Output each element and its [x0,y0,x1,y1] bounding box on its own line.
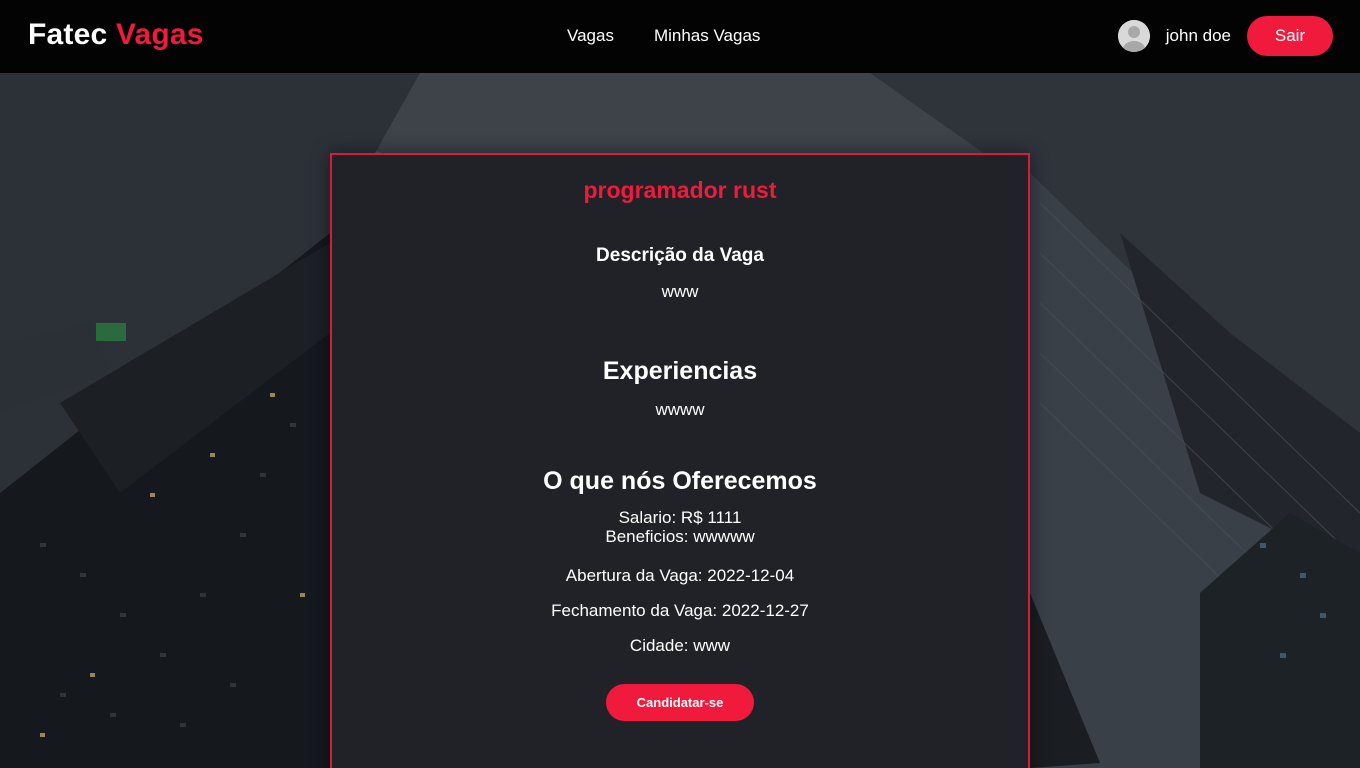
user-name: john doe [1165,26,1231,45]
offer-heading: O que nós Oferecemos [543,467,817,495]
user-area: john doe Sair [1117,16,1333,56]
closing-date-text: Fechamento da Vaga: 2022-12-27 [551,601,809,620]
brand-accent-text: Vagas [115,18,204,51]
opening-date-text: Abertura da Vaga: 2022-12-04 [565,566,795,585]
nav-links: Vagas Minhas Vagas [567,26,760,46]
experience-heading: Experiencias [602,357,758,385]
brand-main-text: Fatec [28,18,108,51]
salary-text: Salario: R$ 1111 [618,508,742,527]
nav-link-vagas[interactable]: Vagas [567,26,614,46]
description-heading: Descrição da Vaga [596,245,764,266]
experience-text: wwww [655,400,705,419]
brand-logo[interactable]: Fatec Vagas [28,18,204,52]
city-text: Cidade: www [629,636,731,655]
job-title: programador rust [583,177,777,203]
logout-button[interactable]: Sair [1247,16,1333,56]
benefits-text: Beneficios: wwwww [605,527,755,546]
description-text: www [661,282,699,301]
navbar: Fatec Vagas Vagas Minhas Vagas john doe … [0,0,1360,73]
apply-button[interactable]: Candidatar-se [606,684,754,721]
nav-link-minhas-vagas[interactable]: Minhas Vagas [654,26,760,46]
job-card: programador rust Descrição da Vaga www E… [330,153,1030,768]
user-avatar-icon[interactable] [1117,20,1150,52]
